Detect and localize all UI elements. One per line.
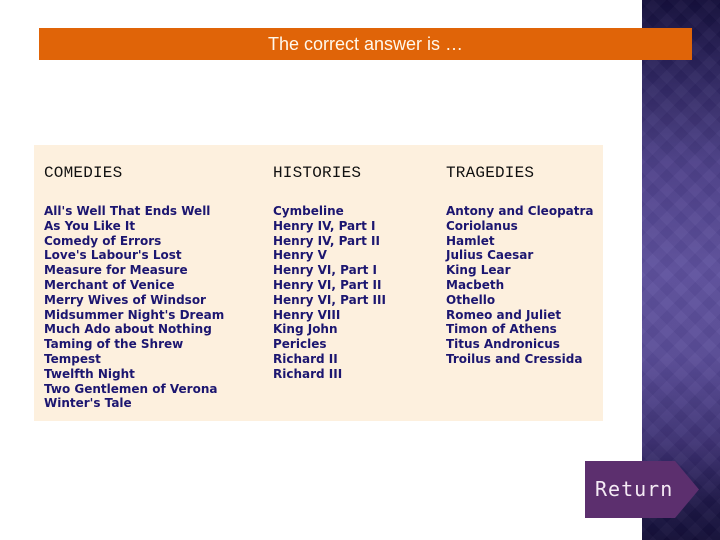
play-title: Henry V — [273, 248, 327, 263]
tragedies-list: Antony and Cleopatra Coriolanus Hamlet Juli… — [446, 204, 594, 367]
play-title: Richard III — [273, 366, 343, 381]
play-title: Henry IV, Part I — [273, 218, 376, 233]
play-title: Pericles — [273, 337, 327, 352]
answer-banner-text: The correct answer is … — [267, 34, 464, 54]
play-title: Richard II — [273, 351, 338, 366]
play-title: Henry VI, Part III — [273, 292, 386, 307]
play-title: Henry VIII — [273, 307, 341, 322]
return-button[interactable]: Return — [585, 461, 699, 518]
play-title: Titus Andronicus — [446, 337, 560, 352]
play-title: Timon of Athens — [446, 322, 557, 337]
play-title: Coriolanus — [446, 218, 518, 233]
return-button-label: Return — [595, 477, 674, 501]
decorative-side-panel — [642, 0, 720, 540]
column-header-tragedies: TRAGEDIES — [446, 164, 535, 182]
play-title: Henry VI, Part II — [273, 277, 382, 292]
play-title: Macbeth — [446, 277, 505, 292]
play-title: As You Like It — [44, 218, 136, 233]
shakespeare-plays-table: COMEDIES All's Well That Ends Well As You… — [34, 145, 603, 421]
play-title: Love's Labour's Lost — [44, 248, 182, 263]
play-title: Midsummer Night's Dream — [44, 307, 225, 322]
answer-banner: The correct answer is … — [39, 28, 692, 60]
play-title: Troilus and Cressida — [446, 351, 583, 366]
play-title: Twelfth Night — [44, 366, 135, 381]
comedies-list: All's Well That Ends Well As You Like It C… — [44, 204, 224, 411]
play-title: Romeo and Juliet — [446, 307, 562, 322]
play-title: Measure for Measure — [44, 263, 188, 278]
play-title: Tempest — [44, 351, 101, 366]
play-title: Comedy of Errors — [44, 233, 162, 248]
histories-list: Cymbeline Henry IV, Part I Henry IV, Part … — [273, 204, 386, 382]
play-title: King John — [273, 322, 338, 337]
play-title: Henry VI, Part I — [273, 263, 377, 278]
play-title: Much Ado about Nothing — [44, 322, 212, 337]
play-title: Henry IV, Part II — [273, 233, 380, 248]
play-title: Cymbeline — [273, 204, 344, 218]
column-header-comedies: COMEDIES — [44, 164, 123, 182]
play-title: Merry Wives of Windsor — [44, 292, 206, 307]
play-title: Two Gentlemen of Verona — [44, 381, 218, 396]
play-title: Othello — [446, 292, 496, 307]
play-title: Taming of the Shrew — [44, 337, 184, 352]
play-title: Winter's Tale — [44, 396, 132, 411]
play-title: Julius Caesar — [446, 248, 534, 263]
play-title: King Lear — [446, 263, 511, 278]
play-title: All's Well That Ends Well — [44, 204, 211, 218]
column-header-histories: HISTORIES — [273, 164, 362, 182]
play-title: Merchant of Venice — [44, 277, 175, 292]
play-title: Antony and Cleopatra — [446, 204, 594, 218]
play-title: Hamlet — [446, 233, 495, 248]
